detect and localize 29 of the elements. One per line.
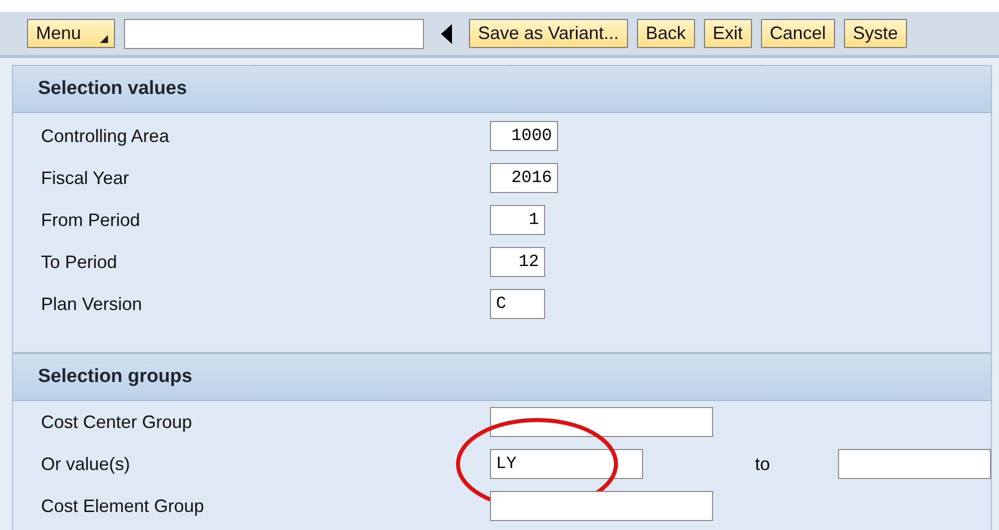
- toolbar-button[interactable]: Cancel: [760, 19, 835, 48]
- input-field[interactable]: 1000: [490, 121, 558, 151]
- input-field[interactable]: [490, 407, 713, 437]
- input-field[interactable]: [838, 449, 991, 479]
- toolbar-button[interactable]: Save as Variant...: [469, 19, 628, 48]
- input-field[interactable]: [490, 491, 713, 521]
- toolbar-button[interactable]: Exit: [704, 19, 752, 48]
- section-header: Selection groups: [13, 354, 991, 401]
- field-label: Fiscal Year: [41, 168, 130, 188]
- field-label: From Period: [41, 210, 142, 230]
- command-field[interactable]: [124, 18, 424, 48]
- field-label: Controlling Area: [41, 126, 170, 146]
- field-label: Cost Element Group: [41, 496, 206, 516]
- field-label: Or value(s): [41, 454, 132, 474]
- menu-button[interactable]: Menu: [27, 19, 115, 48]
- corner-icon: [100, 35, 108, 43]
- input-field[interactable]: 12: [490, 247, 545, 277]
- field-label: Cost Center Group: [41, 412, 194, 432]
- input-field[interactable]: 1: [490, 205, 545, 235]
- toolbar-button[interactable]: Back: [636, 19, 695, 48]
- field-label: Plan Version: [41, 294, 144, 314]
- toolbar-button[interactable]: Syste: [844, 19, 907, 48]
- input-field[interactable]: LY: [490, 449, 643, 479]
- collapse-icon[interactable]: [441, 24, 453, 44]
- field-label: To Period: [41, 252, 118, 272]
- range-label: to: [755, 454, 772, 474]
- input-field[interactable]: C: [490, 289, 545, 319]
- input-field[interactable]: 2016: [490, 163, 558, 193]
- section-header: Selection values: [13, 66, 991, 113]
